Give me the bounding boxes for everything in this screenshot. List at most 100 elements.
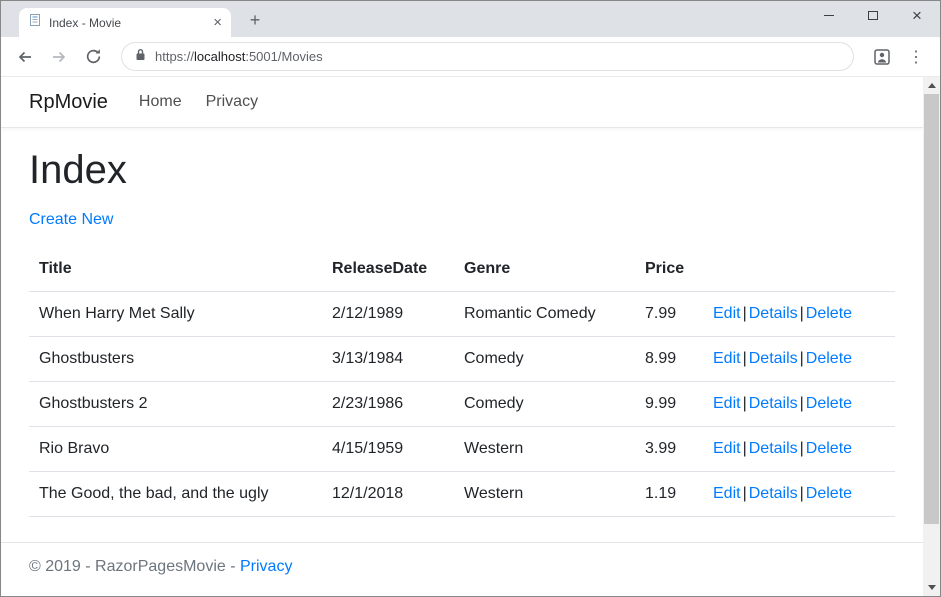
tab-title: Index - Movie [49, 16, 206, 30]
header-genre: Genre [454, 247, 635, 292]
header-release-date: ReleaseDate [322, 247, 454, 292]
action-separator: | [800, 485, 804, 502]
scroll-up-icon [928, 83, 936, 88]
movie-genre: Comedy [454, 382, 635, 427]
kebab-menu-icon: ⋮ [908, 47, 924, 67]
table-row: Rio Bravo 4/15/1959 Western 3.99 Edit|De… [29, 427, 895, 472]
movie-title: The Good, the bad, and the ugly [29, 472, 322, 517]
details-link[interactable]: Details [749, 485, 798, 502]
movie-price: 7.99 [635, 292, 703, 337]
profile-icon [873, 48, 891, 66]
movie-genre: Romantic Comedy [454, 292, 635, 337]
table-header-row: Title ReleaseDate Genre Price [29, 247, 895, 292]
scroll-down-button[interactable] [923, 579, 940, 596]
edit-link[interactable]: Edit [713, 440, 741, 457]
delete-link[interactable]: Delete [806, 485, 852, 502]
header-title: Title [29, 247, 322, 292]
row-actions: Edit|Details|Delete [703, 337, 895, 382]
delete-link[interactable]: Delete [806, 305, 852, 322]
main-content: Index Create New Title ReleaseDate Genre… [1, 128, 923, 542]
delete-link[interactable]: Delete [806, 440, 852, 457]
action-separator: | [743, 395, 747, 412]
table-row: The Good, the bad, and the ugly 12/1/201… [29, 472, 895, 517]
row-actions: Edit|Details|Delete [703, 472, 895, 517]
details-link[interactable]: Details [749, 395, 798, 412]
web-page: RpMovie Home Privacy Index Create New Ti… [1, 77, 923, 596]
edit-link[interactable]: Edit [713, 395, 741, 412]
movie-release-date: 2/12/1989 [322, 292, 454, 337]
action-separator: | [743, 305, 747, 322]
movie-price: 9.99 [635, 382, 703, 427]
create-new-link[interactable]: Create New [29, 211, 113, 228]
movie-genre: Comedy [454, 337, 635, 382]
header-actions [703, 247, 895, 292]
table-row: When Harry Met Sally 2/12/1989 Romantic … [29, 292, 895, 337]
browser-toolbar: https://localhost:5001/Movies ⋮ [1, 37, 940, 77]
movie-title: Rio Bravo [29, 427, 322, 472]
new-tab-button[interactable]: + [243, 9, 267, 31]
movie-price: 8.99 [635, 337, 703, 382]
tab-strip: Index - Movie × + × [1, 1, 940, 37]
url-path: :5001/Movies [245, 49, 322, 64]
header-price: Price [635, 247, 703, 292]
window-close-icon: × [912, 7, 922, 24]
back-icon [16, 48, 34, 66]
edit-link[interactable]: Edit [713, 485, 741, 502]
movie-release-date: 3/13/1984 [322, 337, 454, 382]
action-separator: | [800, 440, 804, 457]
site-footer: © 2019 - RazorPagesMovie - Privacy [1, 542, 923, 596]
reload-icon [85, 48, 102, 65]
address-bar[interactable]: https://localhost:5001/Movies [121, 42, 854, 71]
lock-icon [135, 48, 146, 66]
brand-link[interactable]: RpMovie [29, 91, 108, 114]
action-separator: | [800, 350, 804, 367]
movies-table: Title ReleaseDate Genre Price When Harry… [29, 247, 895, 517]
tab-close-icon[interactable]: × [213, 15, 222, 30]
url-host: localhost [194, 49, 245, 64]
details-link[interactable]: Details [749, 350, 798, 367]
window-close-button[interactable]: × [895, 2, 939, 29]
movie-release-date: 4/15/1959 [322, 427, 454, 472]
url-text: https://localhost:5001/Movies [155, 49, 323, 64]
vertical-scrollbar[interactable] [923, 77, 940, 596]
movie-price: 3.99 [635, 427, 703, 472]
scrollbar-thumb[interactable] [924, 94, 939, 524]
scroll-up-button[interactable] [923, 77, 940, 94]
minimize-button[interactable] [807, 2, 851, 29]
delete-link[interactable]: Delete [806, 350, 852, 367]
movie-title: When Harry Met Sally [29, 292, 322, 337]
table-row: Ghostbusters 2 2/23/1986 Comedy 9.99 Edi… [29, 382, 895, 427]
movie-price: 1.19 [635, 472, 703, 517]
movie-title: Ghostbusters [29, 337, 322, 382]
window-controls: × [807, 2, 939, 29]
minimize-icon [824, 15, 834, 16]
reload-button[interactable] [79, 43, 107, 71]
nav-privacy-link[interactable]: Privacy [197, 85, 267, 119]
movie-release-date: 12/1/2018 [322, 472, 454, 517]
movie-title: Ghostbusters 2 [29, 382, 322, 427]
viewport: RpMovie Home Privacy Index Create New Ti… [1, 77, 940, 596]
copyright-text: © 2019 - RazorPagesMovie - [29, 558, 236, 575]
forward-button[interactable] [45, 43, 73, 71]
action-separator: | [743, 440, 747, 457]
profile-button[interactable] [868, 43, 896, 71]
edit-link[interactable]: Edit [713, 350, 741, 367]
edit-link[interactable]: Edit [713, 305, 741, 322]
movie-genre: Western [454, 472, 635, 517]
nav-home-link[interactable]: Home [130, 85, 191, 119]
footer-privacy-link[interactable]: Privacy [240, 558, 292, 575]
back-button[interactable] [11, 43, 39, 71]
browser-tab[interactable]: Index - Movie × [19, 8, 231, 37]
scroll-down-icon [928, 585, 936, 590]
site-navbar: RpMovie Home Privacy [1, 77, 923, 128]
browser-menu-button[interactable]: ⋮ [902, 43, 930, 71]
details-link[interactable]: Details [749, 440, 798, 457]
url-scheme: https:// [155, 49, 194, 64]
row-actions: Edit|Details|Delete [703, 292, 895, 337]
maximize-button[interactable] [851, 2, 895, 29]
delete-link[interactable]: Delete [806, 395, 852, 412]
page-title: Index [29, 148, 895, 193]
movie-genre: Western [454, 427, 635, 472]
details-link[interactable]: Details [749, 305, 798, 322]
row-actions: Edit|Details|Delete [703, 382, 895, 427]
